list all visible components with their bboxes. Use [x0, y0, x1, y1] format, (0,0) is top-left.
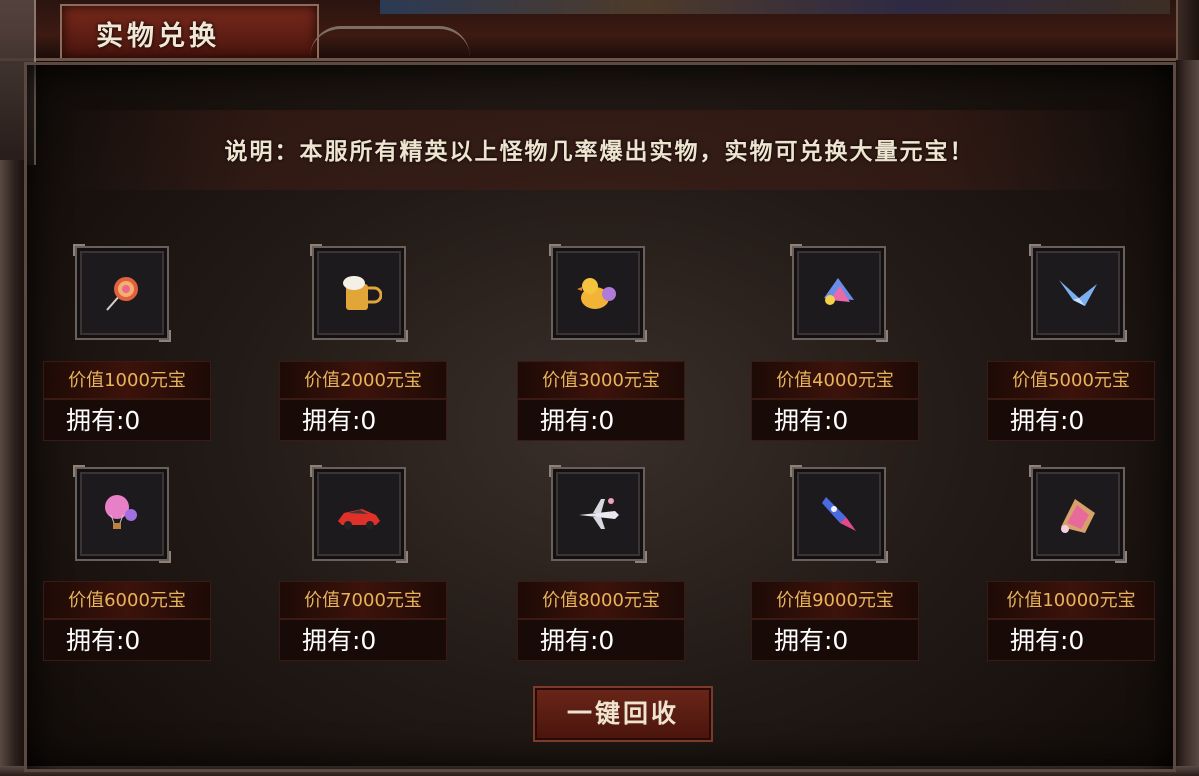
exchange-window: 实物兑换 说明：本服所有精英以上怪物几率爆出实物，实物可兑换大量元宝！ 价值10… [0, 0, 1199, 776]
item-owned-count: 拥有:0 [751, 399, 919, 441]
item-slot[interactable] [1029, 244, 1127, 342]
item-value: 价值3000元宝 [517, 361, 685, 399]
item-owned-count: 拥有:0 [279, 619, 447, 661]
item-slot[interactable] [310, 465, 408, 563]
item-slot[interactable] [790, 465, 888, 563]
rocket-icon [822, 497, 856, 531]
item-owned-count: 拥有:0 [517, 399, 685, 441]
item-value: 价值7000元宝 [279, 581, 447, 619]
paper-crane-icon [1059, 280, 1097, 306]
airplane-icon [579, 498, 619, 529]
item-owned-count: 拥有:0 [43, 619, 211, 661]
item-slot[interactable] [549, 244, 647, 342]
left-frame-rail [0, 160, 24, 776]
panel-title: 实物兑换 [96, 21, 220, 52]
item-slot[interactable] [73, 244, 171, 342]
gift-box-icon [1061, 499, 1095, 533]
recycle-all-button[interactable]: 一键回收 [533, 686, 713, 742]
item-value: 价值6000元宝 [43, 581, 211, 619]
item-value: 价值2000元宝 [279, 361, 447, 399]
item-slot[interactable] [310, 244, 408, 342]
candy-icon [106, 277, 138, 311]
item-slot[interactable] [73, 465, 171, 563]
item-owned-count: 拥有:0 [751, 619, 919, 661]
item-slot[interactable] [549, 465, 647, 563]
item-owned-count: 拥有:0 [517, 619, 685, 661]
item-value: 价值10000元宝 [987, 581, 1155, 619]
duck-icon [577, 278, 616, 309]
item-slot[interactable] [790, 244, 888, 342]
item-owned-count: 拥有:0 [43, 399, 211, 441]
sports-car-icon [338, 509, 380, 529]
top-hud-strip [380, 0, 1170, 14]
item-owned-count: 拥有:0 [279, 399, 447, 441]
description-text: 说明：本服所有精英以上怪物几率爆出实物，实物可兑换大量元宝！ [224, 138, 975, 165]
frame-edge-button[interactable] [1176, 0, 1199, 60]
item-slot[interactable] [1029, 465, 1127, 563]
beer-mug-icon [343, 276, 382, 310]
item-value: 价值9000元宝 [751, 581, 919, 619]
item-owned-count: 拥有:0 [987, 399, 1155, 441]
item-value: 价值1000元宝 [43, 361, 211, 399]
crystal-fan-icon [824, 278, 854, 305]
hot-air-balloon-icon [105, 495, 137, 529]
item-value: 价值5000元宝 [987, 361, 1155, 399]
item-owned-count: 拥有:0 [987, 619, 1155, 661]
title-ornament [310, 26, 470, 57]
right-frame-rail [1176, 60, 1199, 776]
item-value: 价值8000元宝 [517, 581, 685, 619]
item-value: 价值4000元宝 [751, 361, 919, 399]
